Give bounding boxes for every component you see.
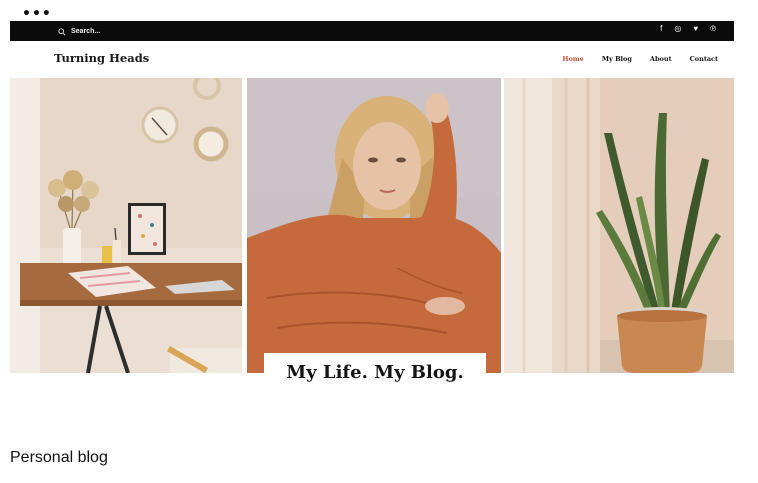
template-preview[interactable]: Search... f ◎ ♥ ℗ Turning Heads Home My … bbox=[10, 21, 734, 391]
search-label: Search... bbox=[71, 28, 101, 35]
nav-about[interactable]: About bbox=[650, 55, 672, 63]
top-bar: Search... f ◎ ♥ ℗ bbox=[10, 21, 734, 41]
site-logo[interactable]: Turning Heads bbox=[54, 51, 149, 65]
pinterest-icon[interactable]: ℗ bbox=[710, 24, 716, 33]
facebook-icon[interactable]: f bbox=[660, 24, 662, 33]
instagram-icon[interactable]: ◎ bbox=[674, 24, 681, 33]
workspace-photo bbox=[10, 78, 242, 373]
portrait-photo bbox=[247, 78, 501, 373]
site-nav: Home My Blog About Contact bbox=[562, 55, 718, 63]
plant-photo bbox=[504, 78, 734, 373]
nav-contact[interactable]: Contact bbox=[690, 55, 718, 63]
nav-my-blog[interactable]: My Blog bbox=[602, 55, 632, 63]
site-header: Turning Heads Home My Blog About Contact bbox=[10, 41, 734, 77]
social-links: f ◎ ♥ ℗ bbox=[660, 24, 716, 33]
more-options-icon[interactable]: ••• bbox=[22, 6, 52, 22]
hero-title: My Life. My Blog. bbox=[286, 362, 464, 383]
search-field[interactable]: Search... bbox=[58, 25, 100, 38]
nav-home[interactable]: Home bbox=[562, 55, 584, 63]
search-icon bbox=[58, 27, 66, 36]
hero-title-box: My Life. My Blog. bbox=[264, 353, 486, 391]
template-caption[interactable]: Personal blog bbox=[10, 449, 108, 467]
twitter-icon[interactable]: ♥ bbox=[693, 24, 698, 33]
